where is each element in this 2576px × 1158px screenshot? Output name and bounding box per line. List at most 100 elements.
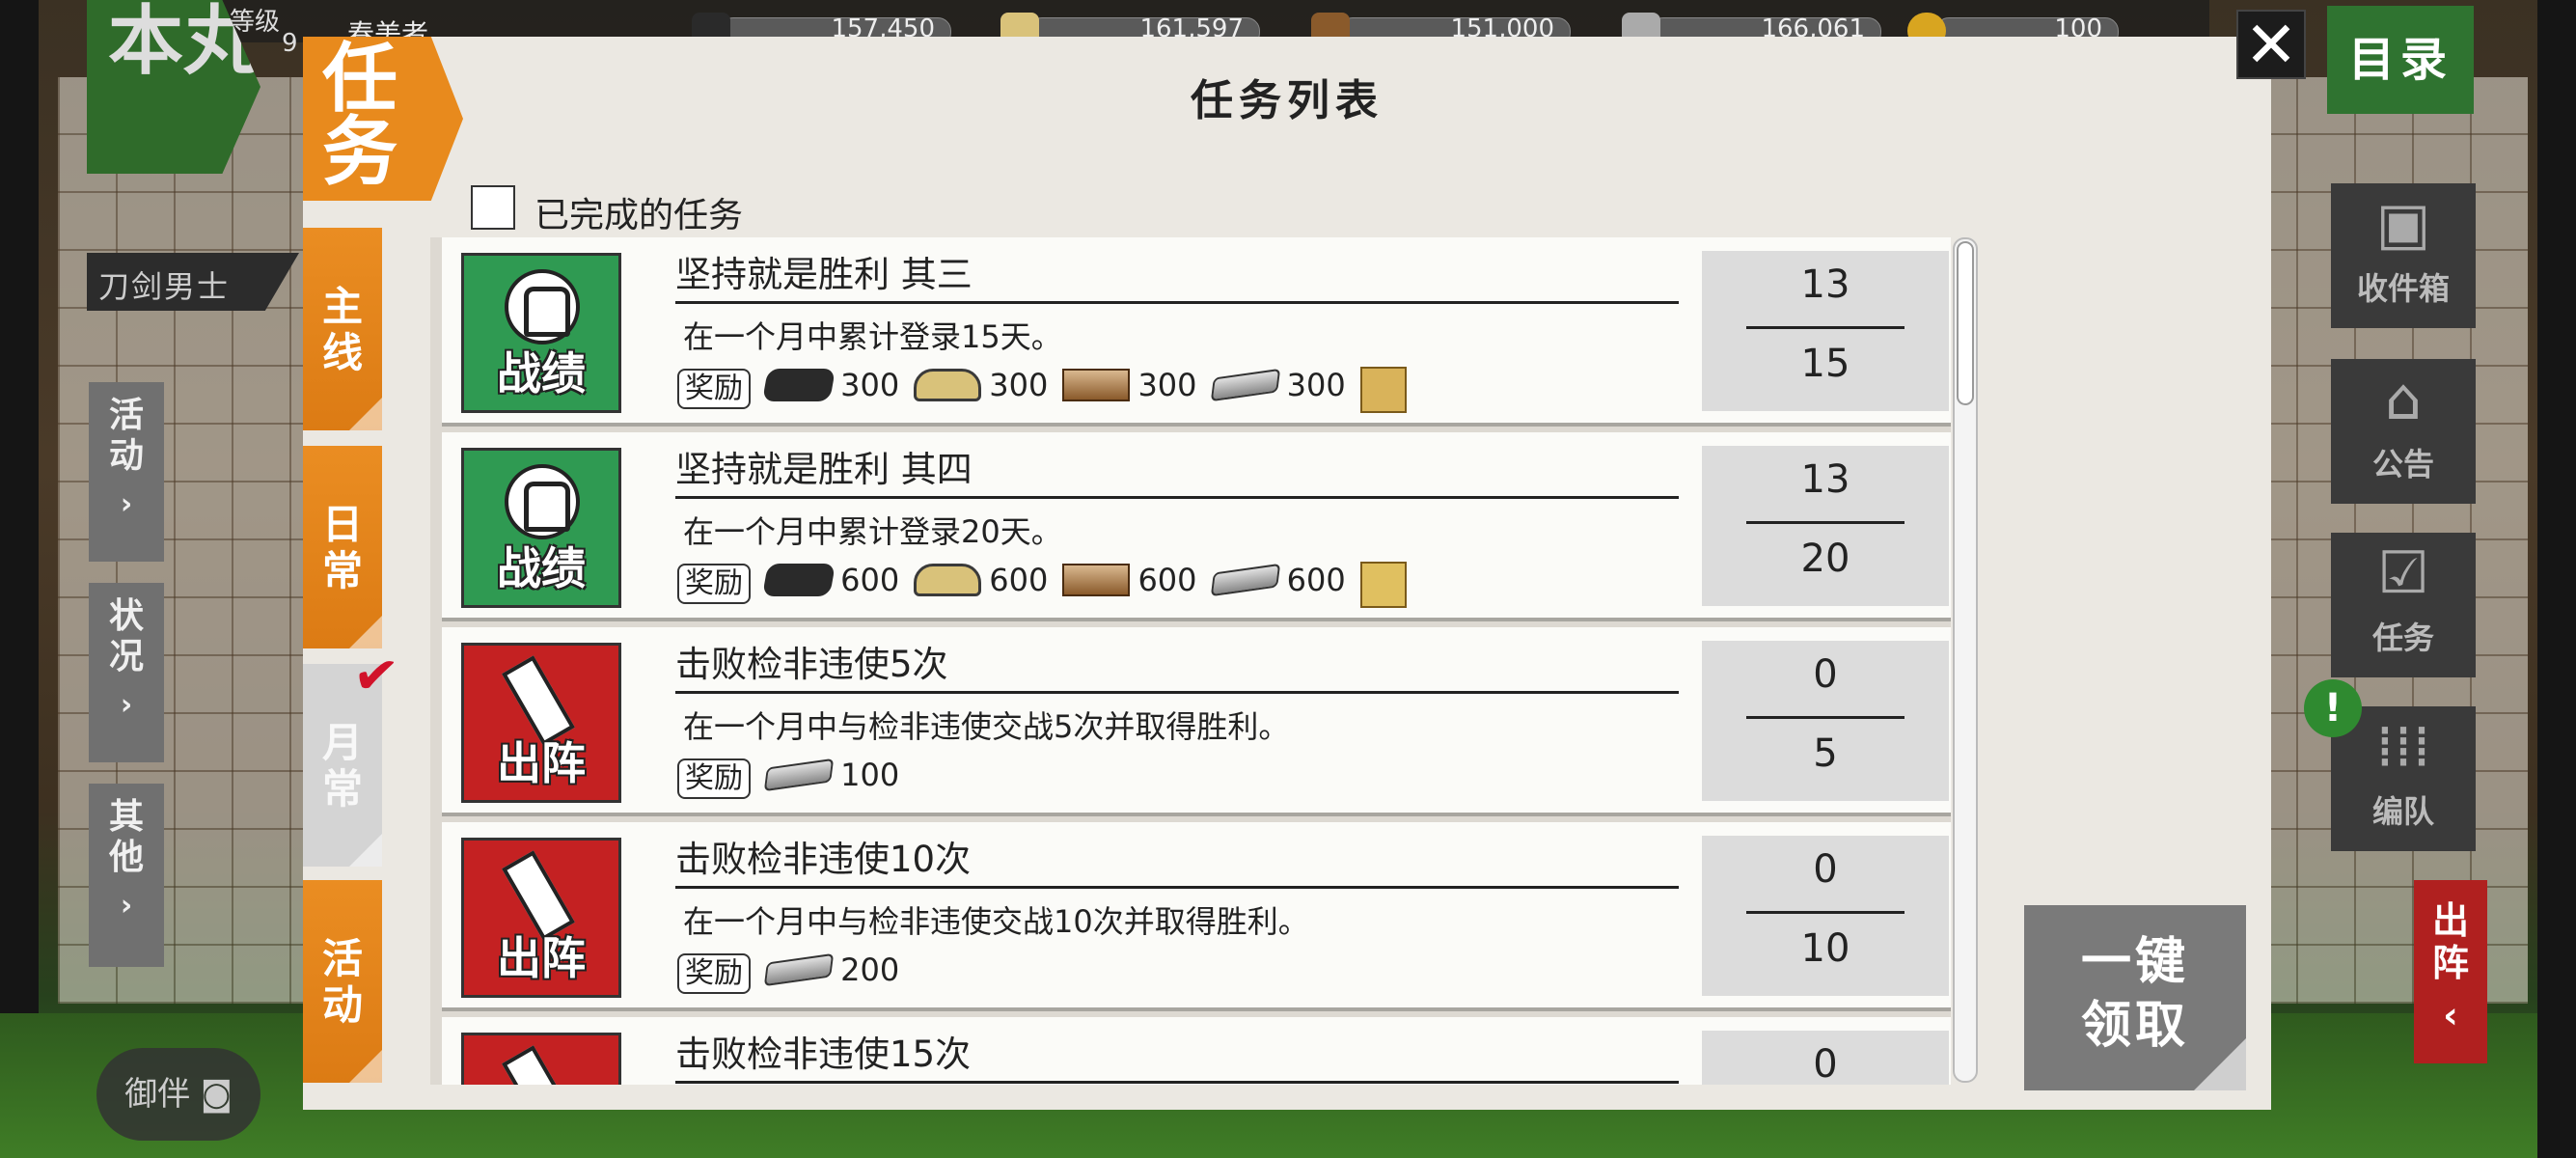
steel-icon [1210,368,1280,402]
claim-all-label: 一键领取 [2080,932,2189,1055]
reward-charcoal: 600 [762,562,900,606]
reward-gold-token [1359,562,1407,608]
quest-rewards: 奖励 100 [677,757,899,801]
quest-row[interactable]: 出阵 击败检非违使15次 0 [442,1017,1951,1085]
quest-row[interactable]: 战绩 坚持就是胜利 其四 在一个月中累计登录20天。 奖励 600 600 60… [442,432,1951,621]
quest-corner-tab: 任务 [303,37,463,201]
tab-event[interactable]: 活动 [303,880,382,1083]
sortie-side-label: 出阵 [2431,899,2469,984]
quest-description: 在一个月中累计登录15天。 [683,318,1062,355]
house-icon: ⌂ [2384,366,2423,433]
tab-label: 活动 [321,935,363,1029]
quest-category: 出阵 [497,737,586,789]
left-nav-other[interactable]: 其他 › [89,784,164,967]
right-nav-inbox[interactable]: ▣ 收件箱 [2331,183,2476,328]
quest-list-scrollbar[interactable] [1953,237,1978,1083]
quest-description: 在一个月中与检非违使交战5次并取得胜利。 [683,708,1290,745]
right-nav-label: 任务 [2371,620,2434,656]
right-nav-label: 编队 [2371,793,2434,830]
charcoal-icon [762,564,836,596]
checklist-icon: ☑ [2377,539,2429,607]
tab-main-story[interactable]: 主线 [303,228,382,430]
notification-badge: ! [2304,679,2362,737]
quest-progress: 0 10 [1702,836,1949,996]
charcoal-icon [762,369,836,401]
record-category-icon: 战绩 [461,448,621,608]
steel-icon [763,952,835,987]
sword-boys-button[interactable]: 刀剑男士 [87,253,299,311]
scrollbar-thumb[interactable] [1957,241,1974,405]
left-nav-event[interactable]: 活动 › [89,382,164,562]
reward-tag: 奖励 [677,758,751,799]
quest-list[interactable]: 战绩 坚持就是胜利 其三 在一个月中累计登录15天。 奖励 300 300 30… [430,237,1951,1085]
left-nav-status[interactable]: 状况 › [89,583,164,762]
reward-coolant: 300 [914,367,1048,411]
reward-tag: 奖励 [677,369,751,409]
quest-row[interactable]: 战绩 坚持就是胜利 其三 在一个月中累计登录15天。 奖励 300 300 30… [442,237,1951,427]
quest-title: 坚持就是胜利 其三 [675,245,1679,304]
reward-amount: 300 [989,367,1049,403]
left-nav-label: 其他 [108,797,144,877]
whetstone-icon [1062,564,1131,596]
tab-daily[interactable]: 日常 [303,446,382,648]
sortie-category-icon: 出阵 [461,838,621,998]
progress-goal: 20 [1800,537,1850,581]
helmet-emblem-icon [505,464,580,539]
sortie-category-icon: 出阵 [461,643,621,803]
completed-checkbox[interactable] [471,185,515,230]
claim-all-button[interactable]: 一键领取 [2024,905,2246,1090]
reward-amount: 600 [840,562,900,598]
quest-row[interactable]: 出阵 击败检非违使5次 在一个月中与检非违使交战5次并取得胜利。 奖励 100 … [442,627,1951,816]
chevron-right-icon: › [120,688,133,722]
progress-current: 0 [1813,652,1838,697]
reward-steel: 100 [763,757,900,801]
reward-steel: 300 [1210,367,1346,411]
reward-whetstone: 600 [1062,562,1197,606]
reward-amount: 300 [840,367,900,403]
steel-icon [1210,563,1280,597]
helmet-emblem-icon [505,269,580,345]
bonus-scroll-icon [1359,367,1407,413]
steel-icon [763,758,835,792]
quest-rewards: 奖励 200 [677,951,899,996]
reward-amount: 600 [1137,562,1197,598]
progress-goal: 5 [1813,731,1838,776]
quest-row[interactable]: 出阵 击败检非违使10次 在一个月中与检非违使交战10次并取得胜利。 奖励 20… [442,822,1951,1011]
quest-category: 战绩 [497,347,586,400]
record-category-icon: 战绩 [461,253,621,413]
reward-whetstone: 300 [1062,367,1197,411]
quest-progress: 13 15 [1702,251,1949,411]
companion-button[interactable]: 御伴 ◙ [96,1048,260,1141]
quest-title: 坚持就是胜利 其四 [675,440,1679,499]
sortie-category-icon: 出阵 [461,1033,621,1085]
reward-tag: 奖励 [677,953,751,994]
close-icon[interactable]: ✕ [2236,10,2306,79]
progress-current: 0 [1813,1042,1838,1085]
quest-description: 在一个月中累计登录20天。 [683,513,1062,550]
completed-filter-label: 已完成的任务 [534,196,744,235]
right-nav-label: 收件箱 [2356,270,2450,307]
sortie-side-button[interactable]: 出阵 ‹ [2414,880,2487,1063]
reward-amount: 300 [1286,367,1346,403]
reward-amount: 600 [989,562,1049,598]
progress-goal: 15 [1800,342,1850,386]
chevron-left-icon: ‹ [2443,994,2458,1036]
reward-tag: 奖励 [677,564,751,604]
quest-title: 击败检非违使15次 [675,1025,1679,1084]
tab-label: 月常 [321,719,363,813]
right-nav-quests[interactable]: ☑ 任务 [2331,533,2476,677]
selected-check-icon: ✔ [349,642,402,710]
reward-amount: 300 [1137,367,1197,403]
right-nav-notice[interactable]: ⌂ 公告 [2331,359,2476,504]
quest-rewards: 奖励 600 600 600 600 [677,562,1407,608]
right-nav-label: 公告 [2371,446,2434,482]
level-value: 9 [282,29,298,58]
level-label: 等级 [230,8,281,37]
quest-title: 击败检非违使10次 [675,830,1679,889]
progress-current: 13 [1800,262,1850,307]
catalog-button[interactable]: 目录 [2327,6,2474,114]
reward-amount: 100 [840,757,900,793]
quest-progress: 0 [1702,1031,1949,1085]
chevron-right-icon: › [120,487,133,521]
progress-current: 0 [1813,847,1838,892]
